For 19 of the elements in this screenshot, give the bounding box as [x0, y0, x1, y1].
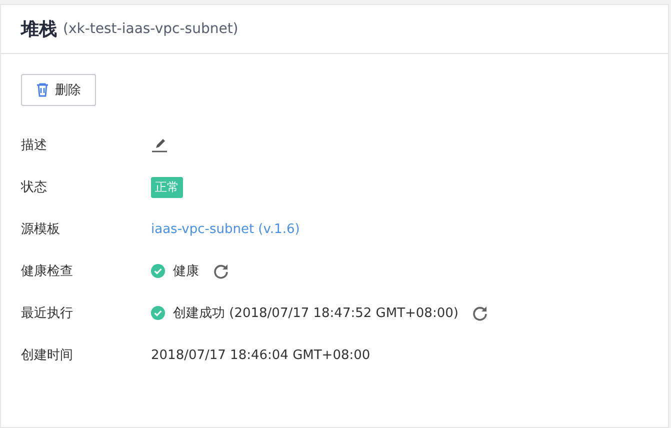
detail-label: 最近执行 — [21, 305, 74, 322]
detail-label: 描述 — [21, 137, 48, 154]
detail-label: 源模板 — [21, 221, 61, 238]
check-circle-icon — [151, 264, 165, 278]
delete-button[interactable]: 删除 — [21, 74, 96, 106]
stack-name: (xk-test-iaas-vpc-subnet) — [63, 21, 238, 37]
detail-label: 健康检查 — [21, 263, 74, 280]
edit-icon[interactable] — [151, 137, 169, 153]
check-circle-icon — [151, 306, 165, 320]
status-text: 创建成功 (2018/07/17 18:47:52 GMT+08:00) — [173, 305, 458, 322]
detail-label: 状态 — [21, 179, 48, 196]
detail-label: 创建时间 — [21, 347, 74, 364]
status-text: 健康 — [173, 263, 199, 280]
detail-value: 2018/07/17 18:46:04 GMT+08:00 — [151, 348, 370, 362]
refresh-icon[interactable] — [213, 263, 229, 279]
trash-icon — [36, 83, 49, 97]
status-tag: 正常 — [151, 176, 183, 198]
refresh-icon[interactable] — [472, 305, 488, 321]
page-title: 堆栈 — [21, 18, 57, 41]
